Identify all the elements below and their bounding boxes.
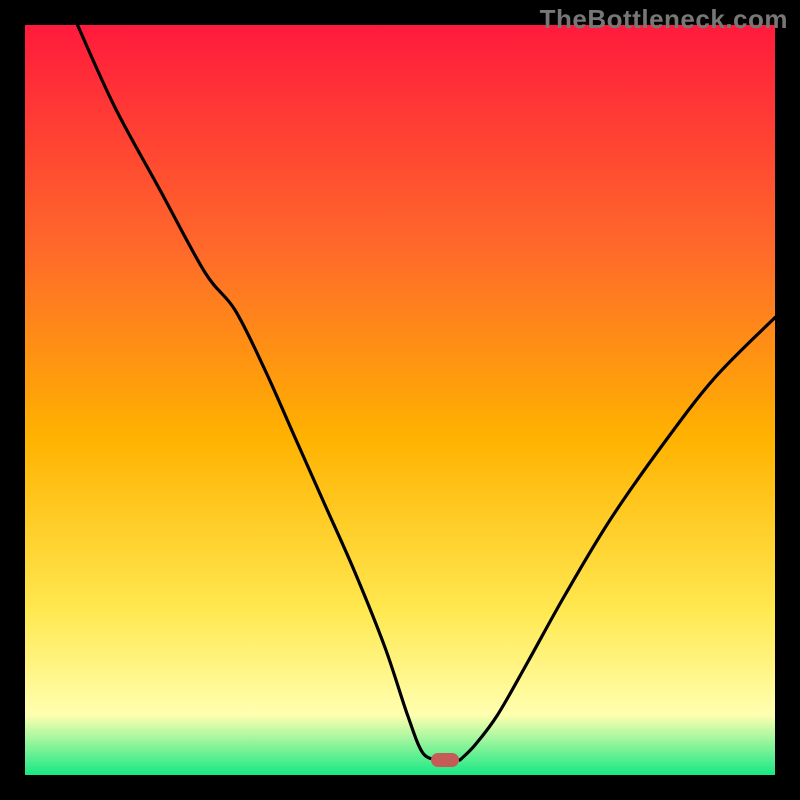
watermark-text: TheBottleneck.com xyxy=(540,4,788,35)
plot-area xyxy=(25,25,775,775)
optimum-marker xyxy=(431,753,459,767)
chart-frame: TheBottleneck.com xyxy=(0,0,800,800)
bottleneck-curve xyxy=(25,25,775,775)
